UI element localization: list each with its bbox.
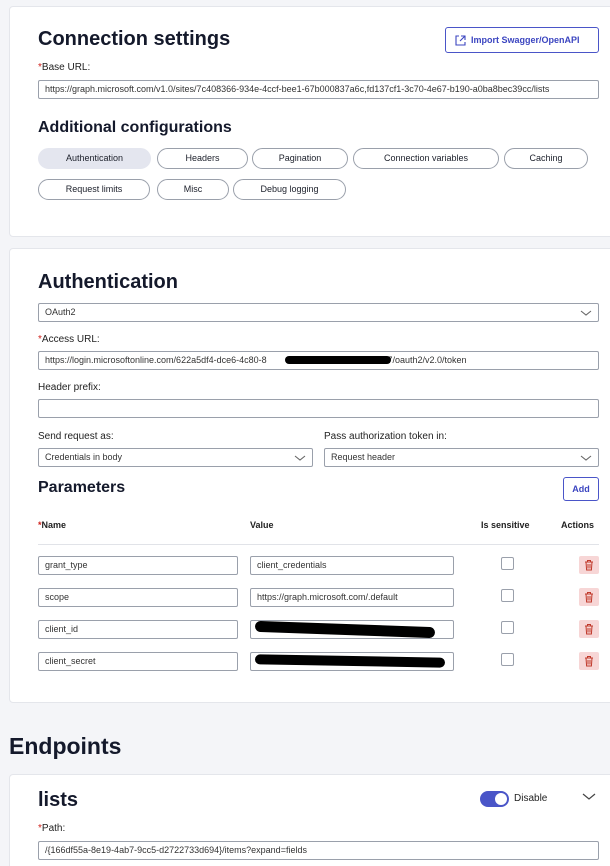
trash-icon	[585, 560, 593, 571]
external-link-icon	[455, 35, 466, 46]
param-name-input[interactable]: grant_type	[38, 556, 238, 575]
tab-pagination[interactable]: Pagination	[252, 148, 348, 169]
toggle-label: Disable	[514, 793, 548, 804]
header-prefix-label: Header prefix:	[38, 382, 101, 393]
access-url-tail: c7/oauth2/v2.0/token	[383, 355, 467, 365]
parameters-title: Parameters	[38, 479, 126, 496]
column-header-sensitive: Is sensitive	[481, 520, 530, 530]
pass-token-select[interactable]: Request header	[324, 448, 599, 467]
pass-token-label: Pass authorization token in:	[324, 431, 447, 442]
delete-param-button[interactable]	[579, 652, 599, 670]
authentication-title: Authentication	[38, 271, 178, 293]
endpoints-title: Endpoints	[9, 733, 122, 759]
chevron-down-icon	[580, 455, 592, 461]
pass-token-value: Request header	[331, 452, 396, 462]
auth-type-select[interactable]: OAuth2	[38, 303, 599, 322]
toggle-knob	[495, 793, 507, 805]
send-request-as-label: Send request as:	[38, 431, 114, 442]
tab-request-limits[interactable]: Request limits	[38, 179, 150, 200]
connection-settings-title: Connection settings	[38, 28, 231, 50]
access-url-input[interactable]: https://login.microsoftonline.com/622a5d…	[38, 351, 599, 370]
delete-param-button[interactable]	[579, 620, 599, 638]
endpoint-card: lists Disable *Path: /{166df55a-8e19-4ab…	[9, 774, 610, 866]
param-sensitive-checkbox[interactable]	[501, 653, 514, 666]
param-name-input[interactable]: client_secret	[38, 652, 238, 671]
trash-icon	[585, 656, 593, 667]
chevron-down-icon[interactable]	[582, 792, 596, 802]
chevron-down-icon	[294, 455, 306, 461]
access-url-label: *Access URL:	[38, 334, 100, 345]
param-sensitive-checkbox[interactable]	[501, 621, 514, 634]
send-request-as-value: Credentials in body	[45, 452, 123, 462]
path-input[interactable]: /{166df55a-8e19-4ab7-9cc5-d2722733d694}/…	[38, 841, 599, 860]
tab-caching[interactable]: Caching	[504, 148, 588, 169]
base-url-input[interactable]: https://graph.microsoft.com/v1.0/sites/7…	[38, 80, 599, 99]
redaction-mark	[254, 654, 446, 668]
tab-misc[interactable]: Misc	[157, 179, 229, 200]
connection-settings-card: Connection settings Import Swagger/OpenA…	[9, 6, 610, 237]
delete-param-button[interactable]	[579, 556, 599, 574]
param-name-input[interactable]: client_id	[38, 620, 238, 639]
access-url-value: https://login.microsoftonline.com/622a5d…	[45, 355, 267, 365]
param-value-input[interactable]	[250, 652, 454, 671]
import-swagger-button[interactable]: Import Swagger/OpenAPI	[445, 27, 599, 53]
trash-icon	[585, 592, 593, 603]
trash-icon	[585, 624, 593, 635]
param-value-input[interactable]: https://graph.microsoft.com/.default	[250, 588, 454, 607]
add-parameter-button[interactable]: Add	[563, 477, 599, 501]
path-label: *Path:	[38, 823, 66, 834]
param-name-input[interactable]: scope	[38, 588, 238, 607]
auth-type-value: OAuth2	[45, 307, 76, 317]
redaction-mark	[285, 356, 391, 364]
column-header-value: Value	[250, 520, 274, 530]
chevron-down-icon	[580, 310, 592, 316]
tab-debug-logging[interactable]: Debug logging	[233, 179, 346, 200]
authentication-card: Authentication OAuth2 *Access URL: https…	[9, 248, 610, 703]
tab-authentication[interactable]: Authentication	[38, 148, 151, 169]
param-value-input[interactable]: client_credentials	[250, 556, 454, 575]
send-request-as-select[interactable]: Credentials in body	[38, 448, 313, 467]
additional-configurations-title: Additional configurations	[38, 119, 232, 136]
tab-headers[interactable]: Headers	[157, 148, 248, 169]
column-header-name: *Name	[38, 520, 67, 530]
tab-connection-variables[interactable]: Connection variables	[353, 148, 499, 169]
param-value-input[interactable]	[250, 620, 454, 639]
disable-toggle[interactable]	[480, 791, 509, 807]
param-sensitive-checkbox[interactable]	[501, 589, 514, 602]
column-header-actions: Actions	[561, 520, 595, 530]
import-swagger-label: Import Swagger/OpenAPI	[471, 35, 580, 45]
param-sensitive-checkbox[interactable]	[501, 557, 514, 570]
redaction-mark	[254, 621, 436, 638]
header-prefix-input[interactable]	[38, 399, 599, 418]
table-header-divider	[38, 544, 599, 545]
base-url-label: *Base URL:	[38, 62, 91, 73]
delete-param-button[interactable]	[579, 588, 599, 606]
endpoint-name: lists	[38, 789, 79, 811]
